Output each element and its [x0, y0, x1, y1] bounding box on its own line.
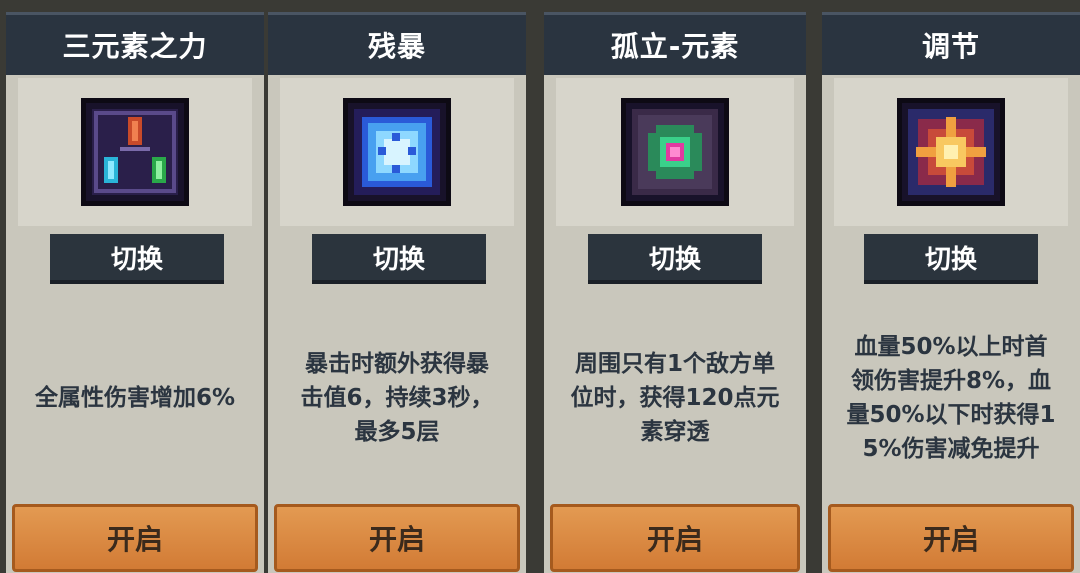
card-description: 周围只有1个敌方单 位时，获得120点元 素穿透: [570, 351, 780, 445]
card-title: 三元素之力: [6, 12, 264, 75]
talent-card-3: 孤立-元素 切换 周围只有1个敌方单 位时，获得120点元 素穿透 开启: [544, 12, 806, 573]
open-button[interactable]: 开启: [274, 504, 520, 572]
talent-card-1: 三元素之力 切换 全属性伤害增加6% 开启: [6, 12, 264, 573]
switch-button[interactable]: 切换: [50, 234, 224, 284]
icon-panel: [18, 78, 252, 226]
card-title: 残暴: [268, 12, 526, 75]
card-title: 孤立-元素: [544, 12, 806, 75]
brutal-blue-crystal-icon: [343, 98, 451, 206]
adjust-burst-icon: [897, 98, 1005, 206]
talent-card-4: 调节 切换 血量50%以上时首 领伤害提升8%，血 量50%以下时获得1 5%伤…: [822, 12, 1080, 573]
open-button[interactable]: 开启: [828, 504, 1074, 572]
icon-panel: [556, 78, 794, 226]
switch-button[interactable]: 切换: [588, 234, 762, 284]
switch-button[interactable]: 切换: [312, 234, 486, 284]
open-button[interactable]: 开启: [550, 504, 800, 572]
switch-button[interactable]: 切换: [864, 234, 1038, 284]
card-description: 暴击时额外获得暴 击值6，持续3秒， 最多5层: [300, 351, 494, 445]
card-title: 调节: [822, 12, 1080, 75]
talent-card-2: 残暴 切换 暴击时额外获得暴 击值6，持续3秒， 最多5层 开启: [268, 12, 526, 573]
icon-panel: [834, 78, 1068, 226]
card-description: 血量50%以上时首 领伤害提升8%，血 量50%以下时获得1 5%伤害减免提升: [846, 334, 1056, 462]
card-description: 全属性伤害增加6%: [34, 385, 236, 411]
icon-panel: [280, 78, 514, 226]
tri-element-crystals-icon: [81, 98, 189, 206]
isolated-element-orb-icon: [621, 98, 729, 206]
open-button[interactable]: 开启: [12, 504, 258, 572]
